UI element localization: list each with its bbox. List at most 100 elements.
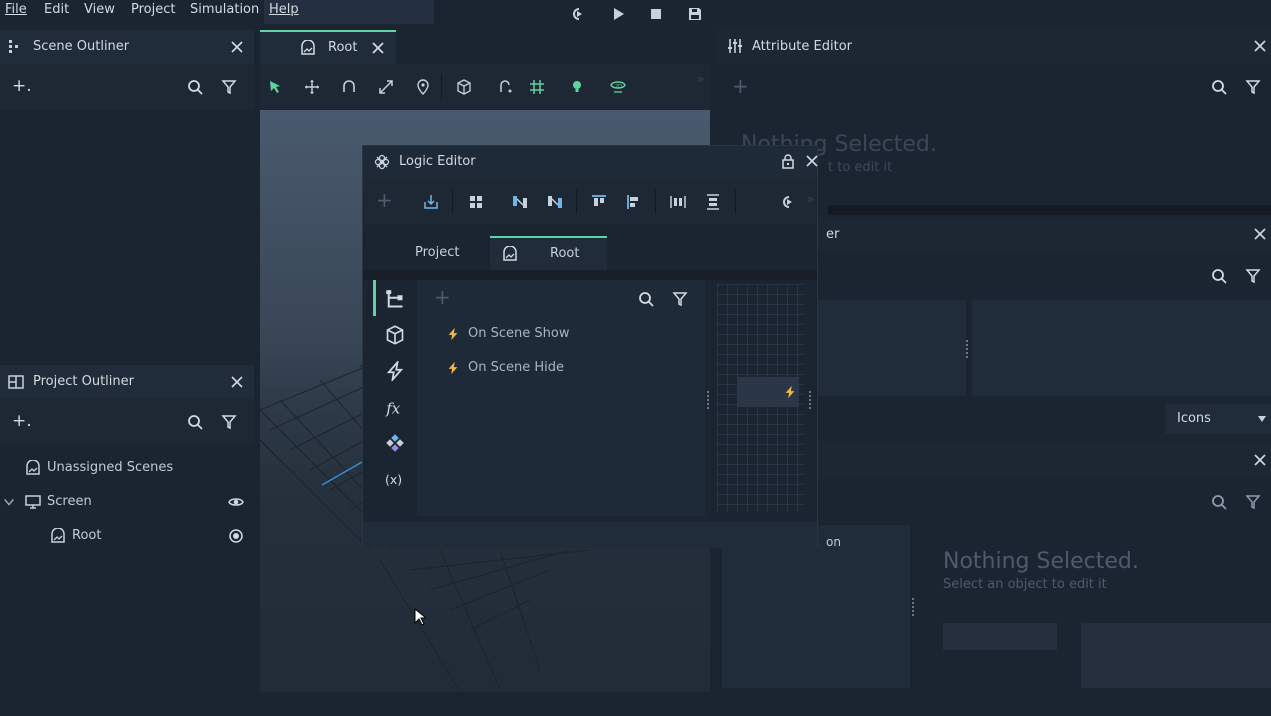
search-icon[interactable] bbox=[1210, 267, 1228, 285]
tree-item-root[interactable]: Root bbox=[0, 519, 254, 553]
placeholder-field bbox=[943, 623, 1057, 650]
camera-2d-icon[interactable]: 2D bbox=[608, 78, 628, 96]
distribute-horizontal-icon[interactable] bbox=[669, 193, 687, 211]
chevron-down-icon[interactable] bbox=[2, 495, 16, 509]
menu-file[interactable]: File bbox=[5, 2, 27, 22]
menu-simulation[interactable]: Simulation bbox=[190, 2, 259, 22]
filter-icon[interactable] bbox=[1244, 493, 1262, 511]
tree-item-unassigned-scenes[interactable]: Unassigned Scenes bbox=[0, 451, 254, 485]
placeholder-field bbox=[1081, 623, 1271, 688]
close-icon[interactable] bbox=[804, 153, 820, 169]
close-icon[interactable] bbox=[228, 38, 246, 56]
menu-project[interactable]: Project bbox=[131, 2, 175, 22]
project-outliner-header: Project Outliner bbox=[0, 365, 254, 399]
grid-icon[interactable] bbox=[528, 78, 546, 96]
filter-icon[interactable] bbox=[220, 413, 238, 431]
align-top-icon[interactable] bbox=[590, 193, 608, 211]
tab-root[interactable]: Root bbox=[260, 30, 396, 64]
overflow-chevron-icon[interactable]: » bbox=[697, 72, 704, 86]
add-button[interactable]: +. bbox=[12, 76, 32, 96]
snap-icon[interactable] bbox=[497, 78, 515, 96]
filter-icon[interactable] bbox=[1244, 267, 1262, 285]
search-icon[interactable] bbox=[186, 78, 204, 96]
logic-graph-canvas[interactable] bbox=[717, 284, 803, 512]
search-icon[interactable] bbox=[1210, 493, 1228, 511]
unlink-nodes-icon[interactable] bbox=[546, 193, 564, 211]
scale-icon[interactable] bbox=[377, 78, 395, 96]
rotate-icon[interactable] bbox=[340, 78, 358, 96]
logic-editor-titlebar[interactable]: Logic Editor bbox=[363, 146, 820, 178]
eye-icon[interactable] bbox=[227, 493, 245, 511]
link-nodes-icon[interactable] bbox=[511, 193, 529, 211]
viewport-toolbar: 2D » bbox=[260, 64, 710, 110]
resize-handle[interactable] bbox=[966, 340, 970, 358]
lock-icon[interactable] bbox=[780, 153, 796, 169]
viewport-tabbar: Root bbox=[260, 30, 710, 64]
add-button[interactable]: +. bbox=[12, 411, 32, 431]
search-icon[interactable] bbox=[637, 290, 655, 308]
search-icon[interactable] bbox=[186, 413, 204, 431]
filter-icon[interactable] bbox=[220, 78, 238, 96]
stop-icon[interactable] bbox=[647, 5, 665, 23]
filter-icon[interactable] bbox=[671, 290, 689, 308]
tab-root[interactable]: Root bbox=[490, 236, 607, 270]
logic-run-icon[interactable] bbox=[569, 5, 587, 23]
menu-edit[interactable]: Edit bbox=[44, 2, 69, 22]
move-icon[interactable] bbox=[303, 78, 321, 96]
scene-icon bbox=[500, 244, 520, 264]
list-item-on-scene-hide[interactable]: On Scene Hide bbox=[417, 352, 705, 386]
import-icon[interactable] bbox=[422, 193, 440, 211]
tab-project[interactable]: Project bbox=[415, 245, 459, 260]
scene-outliner-body bbox=[0, 110, 254, 364]
scene-outliner-toolbar: +. bbox=[0, 64, 254, 110]
graph-node[interactable] bbox=[737, 377, 799, 407]
logic-editor-title: Logic Editor bbox=[399, 154, 476, 169]
hierarchy-icon[interactable] bbox=[384, 288, 406, 310]
monitor-icon bbox=[24, 493, 42, 511]
close-icon[interactable] bbox=[369, 39, 387, 57]
add-button[interactable]: + bbox=[434, 285, 451, 309]
menu-view[interactable]: View bbox=[84, 2, 115, 22]
svg-text:(x): (x) bbox=[385, 472, 402, 487]
close-icon[interactable] bbox=[1252, 226, 1268, 242]
components-icon[interactable] bbox=[384, 432, 406, 454]
preview-box bbox=[972, 300, 1271, 396]
overflow-chevron-icon[interactable]: » bbox=[807, 192, 814, 206]
event-bolt-icon[interactable] bbox=[384, 360, 406, 382]
logic-editor-toolbar: + » bbox=[363, 178, 817, 224]
tree-item-label: Unassigned Scenes bbox=[47, 460, 174, 475]
radio-selected-icon[interactable] bbox=[227, 527, 245, 545]
distribute-vertical-icon[interactable] bbox=[704, 193, 722, 211]
resize-handle[interactable] bbox=[809, 391, 813, 409]
select-arrow-icon[interactable] bbox=[266, 78, 284, 96]
tree-item-screen[interactable]: Screen bbox=[0, 485, 254, 519]
close-icon[interactable] bbox=[1252, 38, 1268, 54]
menu-help[interactable]: Help bbox=[269, 2, 299, 22]
nothing-selected-subtitle: Select an object to edit it bbox=[943, 577, 1107, 592]
search-icon[interactable] bbox=[1210, 78, 1228, 96]
add-button[interactable]: + bbox=[376, 188, 393, 212]
scene-outliner-title: Scene Outliner bbox=[33, 39, 130, 54]
close-icon[interactable] bbox=[228, 373, 246, 391]
local-space-icon[interactable] bbox=[455, 78, 473, 96]
function-icon[interactable]: fx bbox=[384, 396, 406, 418]
close-icon[interactable] bbox=[1252, 452, 1268, 468]
add-button[interactable]: + bbox=[732, 74, 749, 98]
grid-layout-icon[interactable] bbox=[467, 193, 485, 211]
run-logic-icon[interactable] bbox=[779, 193, 797, 211]
filter-icon[interactable] bbox=[1244, 78, 1262, 96]
resize-handle[interactable] bbox=[707, 391, 711, 409]
hidden-panel-header: er bbox=[816, 218, 1271, 252]
light-icon[interactable] bbox=[568, 78, 586, 96]
save-icon[interactable] bbox=[686, 5, 704, 23]
cube-icon[interactable] bbox=[384, 324, 406, 346]
resize-handle[interactable] bbox=[912, 598, 916, 616]
pin-icon[interactable] bbox=[414, 78, 432, 96]
align-left-icon[interactable] bbox=[625, 193, 643, 211]
list-item-label: On Scene Hide bbox=[468, 360, 565, 375]
event-bolt-icon bbox=[783, 384, 797, 400]
view-mode-dropdown[interactable]: Icons bbox=[1165, 404, 1271, 434]
list-item-on-scene-show[interactable]: On Scene Show bbox=[417, 318, 705, 352]
variables-icon[interactable]: (x) bbox=[384, 468, 406, 490]
play-icon[interactable] bbox=[609, 5, 627, 23]
